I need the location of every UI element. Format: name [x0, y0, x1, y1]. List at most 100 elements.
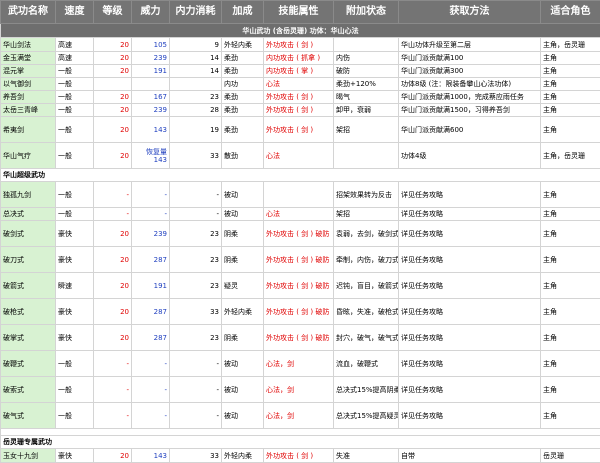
cell-role: 主角: [541, 273, 600, 299]
cell-cost: 33: [170, 143, 222, 169]
table-row[interactable]: 破枪式豪快2028733外轻内柔外功攻击 ( 剑 ) 破防昏眩，失准，破枪式详见…: [1, 299, 600, 325]
cell-name: 华山气疗: [1, 143, 56, 169]
cell-role: 主角: [541, 351, 600, 377]
banner-title: 华山武功 (含岳灵珊) 功体：华山心法: [1, 24, 600, 38]
table-row[interactable]: 独孤九剑一般---被动招架效果转为反击详见任务攻略主角: [1, 182, 600, 208]
cell-cost: 28: [170, 104, 222, 117]
col-header-cost[interactable]: 内力消耗: [170, 1, 222, 24]
cell-source: 华山门派贡献满600: [399, 117, 541, 143]
cell-role: 主角: [541, 299, 600, 325]
cell-name: 太岳三青峰: [1, 104, 56, 117]
cell-bonus: 被动: [222, 377, 264, 403]
cell-source: 华山功体升级至第二层: [399, 38, 541, 52]
cell-role: 岳灵珊: [541, 449, 600, 463]
table-row[interactable]: 玉女十九剑豪快2014333外轻内柔外功攻击 ( 剑 )失准自带岳灵珊: [1, 449, 600, 463]
table-row[interactable]: 总决式一般---被动心法架招详见任务攻略主角: [1, 208, 600, 221]
table-row[interactable]: 破刀式豪快2028723阴柔外功攻击 ( 剑 ) 破防牵制，内伤，破刀式详见任务…: [1, 247, 600, 273]
cell-bonus: 外轻内柔: [222, 449, 264, 463]
col-header-power[interactable]: 威力: [132, 1, 170, 24]
cell-level: 20: [94, 65, 132, 78]
cell-source: 详见任务攻略: [399, 325, 541, 351]
cell-level: 20: [94, 143, 132, 169]
cell-name: 华山剑法: [1, 38, 56, 52]
col-header-status[interactable]: 附加状态: [334, 1, 399, 24]
cell-name: 以气御剑: [1, 78, 56, 91]
cell-attr: [264, 182, 334, 208]
cell-level: 20: [94, 38, 132, 52]
cell-name: 破剑式: [1, 221, 56, 247]
col-header-bonus[interactable]: 加成: [222, 1, 264, 24]
group-basic: 华山剑法高速201059外轻内柔外功攻击 ( 剑 )华山功体升级至第二层主角，岳…: [1, 38, 600, 169]
section-exclusive-title: 岳灵珊专属武功: [1, 436, 600, 449]
cell-name: 希夷剑: [1, 117, 56, 143]
cell-role: 主角，岳灵珊: [541, 38, 600, 52]
cell-attr: 内功攻击 ( 抓拿 ): [264, 52, 334, 65]
cell-cost: 23: [170, 91, 222, 104]
cell-source: 华山门派贡献满100: [399, 52, 541, 65]
cell-source: 详见任务攻略: [399, 273, 541, 299]
cell-attr: 外功攻击 ( 剑 ) 破防: [264, 221, 334, 247]
cell-status: 昏眩，失准，破枪式: [334, 299, 399, 325]
cell-bonus: 阴柔: [222, 247, 264, 273]
spacer-cell: [1, 429, 600, 436]
table-row[interactable]: 破索式一般---被动心法，剑总决式15%提高阴柔30%详见任务攻略主角: [1, 377, 600, 403]
cell-status: 袁弱，去剑，破剑式: [334, 221, 399, 247]
cell-attr: 外功攻击 ( 剑 ): [264, 38, 334, 52]
col-header-source[interactable]: 获取方法: [399, 1, 541, 24]
col-header-name[interactable]: 武功名称: [1, 1, 56, 24]
cell-speed: 瞬速: [56, 273, 94, 299]
cell-speed: 一般: [56, 104, 94, 117]
table-row[interactable]: 破气式一般---被动心法，剑总决式15%提高疑灵30%详见任务攻略主角: [1, 403, 600, 429]
col-header-speed[interactable]: 速度: [56, 1, 94, 24]
cell-source: 详见任务攻略: [399, 351, 541, 377]
cell-source: 详见任务攻略: [399, 377, 541, 403]
table-row[interactable]: 华山气疗一般20恢复量 14333散劲心法功体4级主角，岳灵珊: [1, 143, 600, 169]
cell-status: [334, 38, 399, 52]
cell-power: 239: [132, 52, 170, 65]
cell-role: 主角: [541, 104, 600, 117]
cell-bonus: 柔劲: [222, 65, 264, 78]
cell-power: 143: [132, 117, 170, 143]
cell-power: 287: [132, 325, 170, 351]
cell-bonus: 柔劲: [222, 117, 264, 143]
cell-status: 封穴，破气，破气式: [334, 325, 399, 351]
cell-status: 暍气: [334, 91, 399, 104]
cell-bonus: 阴柔: [222, 325, 264, 351]
cell-speed: 一般: [56, 78, 94, 91]
table-row[interactable]: 养吾剑一般2016723柔劲外功攻击 ( 剑 )暍气华山门派贡献满1000，完成…: [1, 91, 600, 104]
table-row[interactable]: 金玉满堂高速2023914柔劲内功攻击 ( 抓拿 )内伤华山门派贡献满100主角: [1, 52, 600, 65]
cell-name: 破箭式: [1, 273, 56, 299]
col-header-level[interactable]: 等级: [94, 1, 132, 24]
table-row[interactable]: 破箭式瞬速2019123疑灵外功攻击 ( 剑 ) 破防迟钝，盲目，破箭式详见任务…: [1, 273, 600, 299]
cell-role: 主角: [541, 91, 600, 104]
table-row[interactable]: 以气御剑一般内功心法柔劲+120%功体8级 (注：限装备攀山心法功体)主角: [1, 78, 600, 91]
cell-bonus: 被动: [222, 351, 264, 377]
table-row[interactable]: 混元掌一般2019114柔劲内功攻击 ( 掌 )破防华山门派贡献满300主角: [1, 65, 600, 78]
table-row[interactable]: 太岳三青峰一般2023928柔劲外功攻击 ( 剑 )卸甲，衰弱华山门派贡献满15…: [1, 104, 600, 117]
table-row[interactable]: 破剑式豪快2023923阴柔外功攻击 ( 剑 ) 破防袁弱，去剑，破剑式详见任务…: [1, 221, 600, 247]
col-header-attr[interactable]: 技能属性: [264, 1, 334, 24]
cell-source: 功体8级 (注：限装备攀山心法功体): [399, 78, 541, 91]
cell-status: 内伤: [334, 52, 399, 65]
cell-role: 主角: [541, 403, 600, 429]
header-row: 武功名称 速度 等级 威力 内力消耗 加成 技能属性 附加状态 获取方法 适合角…: [1, 1, 600, 24]
section-exclusive-header: 岳灵珊专属武功: [1, 429, 600, 449]
group-super: 独孤九剑一般---被动招架效果转为反击详见任务攻略主角总决式一般---被动心法架…: [1, 182, 600, 429]
group-exclusive: 玉女十九剑豪快2014333外轻内柔外功攻击 ( 剑 )失准自带岳灵珊: [1, 449, 600, 463]
cell-speed: 高速: [56, 38, 94, 52]
col-header-role[interactable]: 适合角色: [541, 1, 600, 24]
cell-attr: 心法: [264, 143, 334, 169]
cell-attr: 外功攻击 ( 剑 ): [264, 117, 334, 143]
cell-attr: 外功攻击 ( 剑 ) 破防: [264, 273, 334, 299]
table-row[interactable]: 希夷剑一般2014319柔劲外功攻击 ( 剑 )架招华山门派贡献满600主角: [1, 117, 600, 143]
table-row[interactable]: 破掌式豪快2028723阴柔外功攻击 ( 剑 ) 破防封穴，破气，破气式详见任务…: [1, 325, 600, 351]
cell-power: 167: [132, 91, 170, 104]
table-row[interactable]: 华山剑法高速201059外轻内柔外功攻击 ( 剑 )华山功体升级至第二层主角，岳…: [1, 38, 600, 52]
cell-status: 牵制，内伤，破刀式: [334, 247, 399, 273]
cell-cost: -: [170, 208, 222, 221]
table-row[interactable]: 破鞭式一般---被动心法，剑流血，破鞭式详见任务攻略主角: [1, 351, 600, 377]
cell-speed: 一般: [56, 377, 94, 403]
cell-cost: 23: [170, 247, 222, 273]
cell-role: 主角: [541, 65, 600, 78]
cell-attr: 外功攻击 ( 剑 ) 破防: [264, 247, 334, 273]
